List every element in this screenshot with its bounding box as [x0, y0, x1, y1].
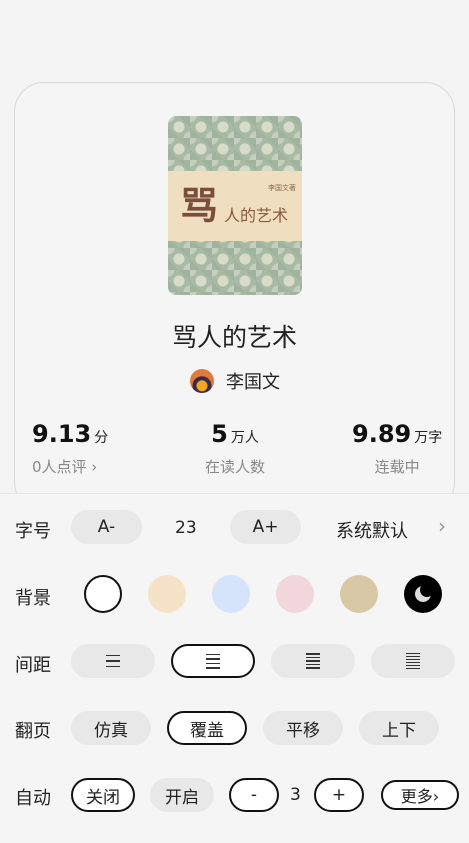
cover-band: 骂 人的艺术 李国文著 [168, 171, 302, 241]
auto-speed-decrease[interactable]: - [229, 778, 279, 812]
page-turn-scroll[interactable]: 上下 [359, 711, 439, 745]
spacing-option-2[interactable] [171, 644, 255, 678]
readers-value: 5 [211, 420, 228, 448]
wordcount-value: 9.89 [352, 420, 412, 448]
bg-swatch-cream[interactable] [148, 575, 186, 613]
spacing-option-1[interactable] [71, 644, 155, 678]
bg-swatch-dark[interactable] [404, 575, 442, 613]
auto-speed-value: 3 [290, 785, 301, 805]
author-name: 李国文 [226, 372, 280, 393]
chevron-right-icon[interactable]: › [438, 514, 446, 538]
readers-label: 在读人数 [205, 458, 266, 476]
book-title: 骂人的艺术 [171, 323, 297, 352]
page-turn-slide[interactable]: 平移 [263, 711, 343, 745]
rating-stat[interactable]: 9.13 分 0人点评 › [32, 420, 108, 477]
page-turn-simulate[interactable]: 仿真 [71, 711, 151, 745]
auto-off-button[interactable]: 关闭 [71, 778, 135, 812]
spacing-wide-icon [106, 654, 120, 668]
font-decrease-button[interactable]: A- [71, 510, 142, 544]
spacing-label: 间距 [15, 655, 51, 676]
background-label: 背景 [15, 588, 51, 609]
author-row[interactable]: 李国文 [190, 368, 280, 394]
author-avatar [190, 369, 214, 393]
rating-value: 9.13 [32, 420, 92, 448]
page-turn-cover[interactable]: 覆盖 [167, 711, 247, 745]
font-family-select[interactable]: 系统默认 [336, 517, 408, 543]
bg-swatch-blue[interactable] [212, 575, 250, 613]
rating-unit: 分 [94, 430, 109, 446]
readers-stat: 5 万人 在读人数 [205, 420, 265, 477]
book-cover[interactable]: 骂 人的艺术 李国文著 [168, 116, 302, 295]
serial-status: 连载中 [374, 458, 420, 476]
bg-swatch-pink[interactable] [276, 575, 314, 613]
bg-swatch-tan[interactable] [340, 575, 378, 613]
review-count-link[interactable]: 0人点评 › [32, 456, 108, 477]
spacing-compact-icon [406, 652, 420, 670]
wordcount-stat: 9.89 万字 连载中 [352, 420, 442, 477]
auto-speed-increase[interactable]: + [314, 778, 364, 812]
auto-on-button[interactable]: 开启 [150, 778, 214, 812]
readers-unit: 万人 [230, 430, 259, 446]
more-settings-button[interactable]: 更多› [381, 780, 459, 810]
wordcount-unit: 万字 [414, 430, 443, 446]
font-size-value: 23 [175, 518, 197, 538]
bg-swatch-white[interactable] [84, 575, 122, 613]
page-turn-label: 翻页 [15, 721, 51, 742]
cover-small-text: 人的艺术 [224, 206, 289, 225]
spacing-medium-icon [206, 653, 220, 669]
spacing-narrow-icon [306, 653, 320, 669]
moon-icon [415, 583, 434, 602]
auto-label: 自动 [15, 788, 51, 809]
cover-big-char: 骂 [180, 183, 219, 228]
spacing-option-4[interactable] [371, 644, 455, 678]
font-increase-button[interactable]: A+ [230, 510, 301, 544]
font-size-label: 字号 [15, 521, 51, 542]
spacing-option-3[interactable] [271, 644, 355, 678]
cover-author: 李国文著 [268, 184, 296, 192]
